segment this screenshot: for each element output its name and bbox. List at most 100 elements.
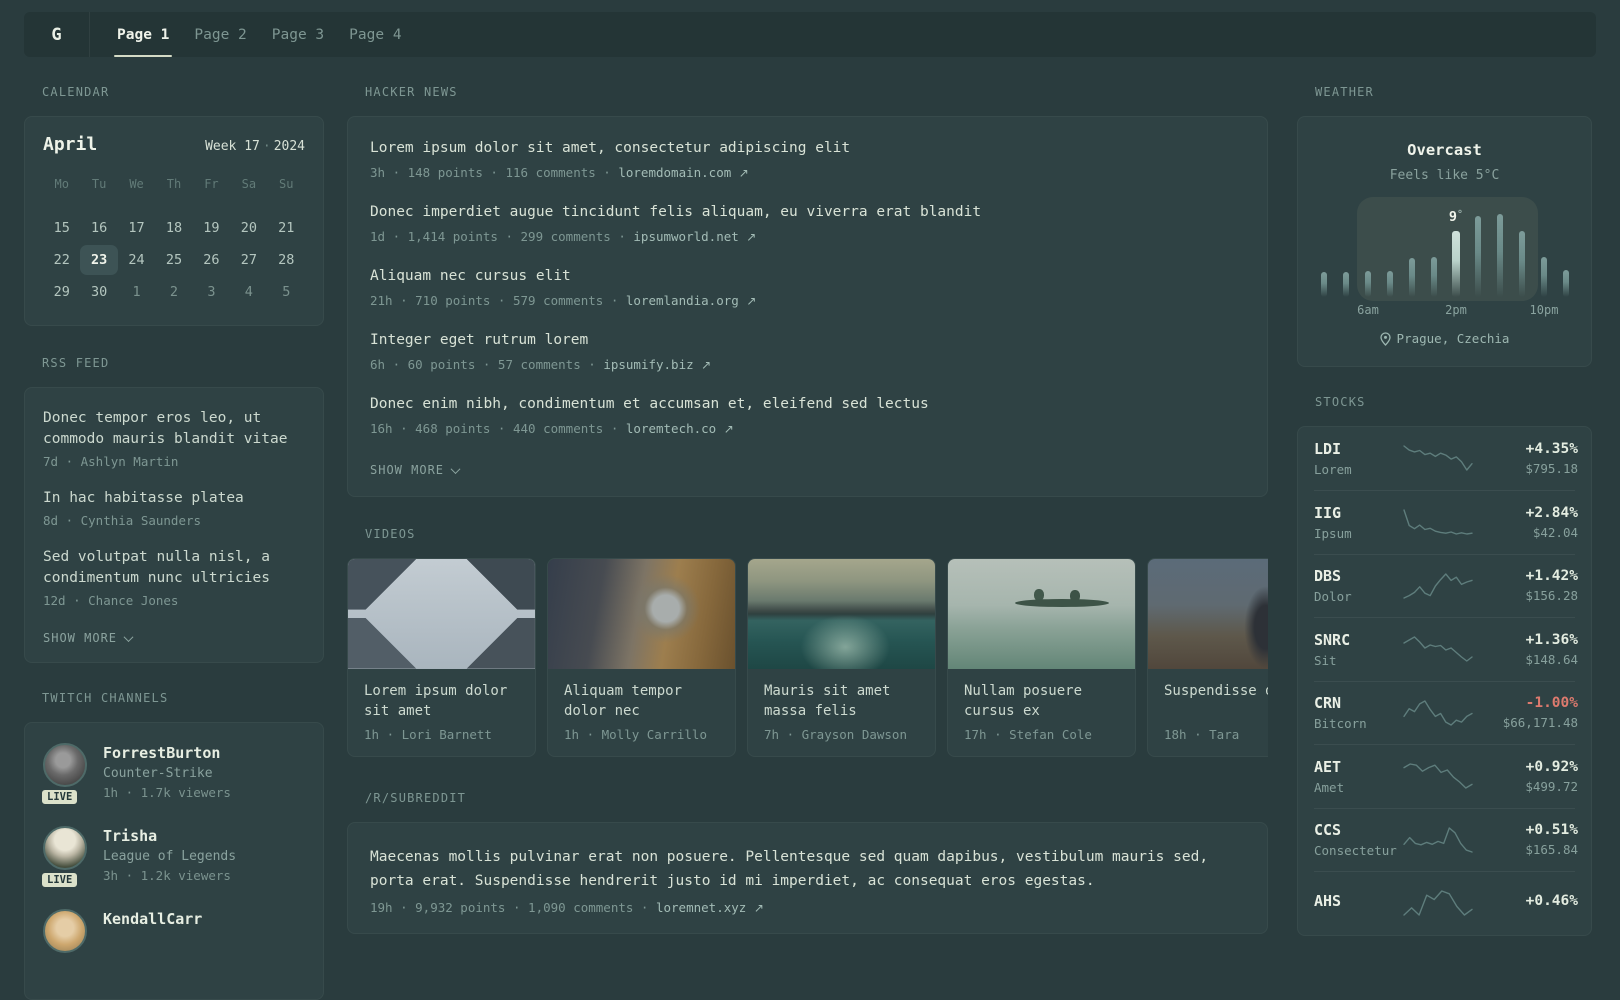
tab-page-3[interactable]: Page 3 (272, 12, 324, 57)
video-thumbnail[interactable] (1148, 559, 1268, 669)
weather-time-label: 6am (1357, 303, 1379, 317)
hackernews-item-domain-link[interactable]: loremdomain.com (618, 165, 731, 180)
weather-bar (1431, 257, 1437, 297)
stock-ticker[interactable]: AET (1314, 758, 1402, 776)
calendar-day[interactable]: 25 (155, 245, 192, 275)
hackernews-item-domain-link[interactable]: loremtech.co (626, 421, 716, 436)
twitch-channel-name[interactable]: KendallCarr (103, 910, 202, 928)
subreddit-post-domain-link[interactable]: loremnet.xyz (656, 900, 746, 915)
stock-ticker[interactable]: CRN (1314, 694, 1402, 712)
video-thumbnail[interactable] (748, 559, 935, 669)
tab-page-1[interactable]: Page 1 (113, 12, 173, 57)
video-title[interactable]: Aliquam tempor dolor nec pharetra… (564, 681, 719, 721)
weather-hourly-chart: 9° 6am 2pm 10pm (1313, 197, 1577, 317)
stock-row: CRN Bitcorn -1.00% $66,171.48 (1314, 680, 1578, 745)
map-pin-icon (1379, 331, 1391, 346)
calendar-day[interactable]: 2 (155, 277, 192, 307)
calendar-day[interactable]: 30 (80, 277, 117, 307)
weather-feels-like: Feels like 5°C (1389, 168, 1500, 183)
rss-item-title[interactable]: In hac habitasse platea (43, 488, 305, 509)
hackernews-item-title[interactable]: Donec enim nibh, condimentum et accumsan… (370, 395, 1245, 414)
tab-page-4[interactable]: Page 4 (349, 12, 401, 57)
weather-time-label: 2pm (1445, 303, 1467, 317)
video-title[interactable]: Nullam posuere cursus ex (964, 681, 1119, 721)
rss-item-title[interactable]: Sed volutpat nulla nisl, a condimentum n… (43, 547, 305, 589)
calendar-year: 2024 (273, 139, 305, 154)
video-title[interactable]: Lorem ipsum dolor sit amet consectetu… (364, 681, 519, 721)
stock-ticker[interactable]: SNRC (1314, 631, 1402, 649)
calendar-day-selected[interactable]: 23 (80, 245, 118, 275)
stock-symbol-block: DBS Dolor (1314, 567, 1402, 604)
calendar-day[interactable]: 4 (230, 277, 267, 307)
stock-symbol-block: AET Amet (1314, 758, 1402, 795)
weather-location[interactable]: Prague, Czechia (1379, 331, 1509, 346)
calendar-day[interactable]: 18 (155, 213, 192, 243)
app-logo-box[interactable]: G (24, 12, 90, 57)
calendar-day[interactable]: 27 (230, 245, 267, 275)
stock-price: $165.84 (1525, 842, 1578, 858)
rss-show-more-button[interactable]: SHOW MORE (43, 631, 134, 645)
stock-row: CCS Consectetur +0.51% $165.84 (1314, 807, 1578, 872)
external-link-icon: ↗ (753, 901, 764, 915)
hackernews-item-title[interactable]: Donec imperdiet augue tincidunt felis al… (370, 203, 1245, 222)
calendar-day[interactable]: 19 (193, 213, 230, 243)
calendar-day[interactable]: 21 (268, 213, 305, 243)
video-title[interactable]: Suspendisse diam (1164, 681, 1268, 721)
stock-symbol-block: IIG Ipsum (1314, 504, 1402, 541)
stock-row: IIG Ipsum +2.84% $42.04 (1314, 490, 1578, 554)
calendar-day[interactable]: 28 (268, 245, 305, 275)
hackernews-item-meta: 3h · 148 points · 116 comments · loremdo… (370, 165, 1245, 180)
calendar-day[interactable]: 22 (43, 245, 80, 275)
show-more-label: SHOW MORE (370, 463, 445, 477)
weather-widget: Overcast Feels like 5°C 9° 6am 2pm 10pm Pra… (1297, 116, 1592, 367)
subreddit-post-title[interactable]: Maecenas mollis pulvinar erat non posuer… (370, 845, 1245, 893)
stock-ticker[interactable]: CCS (1314, 821, 1402, 839)
rss-item-title[interactable]: Donec tempor eros leo, ut commodo mauris… (43, 408, 305, 450)
hackernews-item-domain-link[interactable]: loremlandia.org (626, 293, 739, 308)
hackernews-item-title[interactable]: Aliquam nec cursus elit (370, 267, 1245, 286)
video-thumbnail[interactable] (348, 559, 535, 669)
video-thumbnail[interactable] (548, 559, 735, 669)
calendar-day[interactable]: 26 (193, 245, 230, 275)
video-title[interactable]: Mauris sit amet massa felis (764, 681, 919, 721)
stock-name: Consectetur (1314, 843, 1397, 859)
hackernews-item-domain-link[interactable]: ipsumworld.net (633, 229, 738, 244)
hackernews-item-title[interactable]: Lorem ipsum dolor sit amet, consectetur … (370, 139, 1245, 158)
calendar-day[interactable]: 3 (193, 277, 230, 307)
calendar-day[interactable]: 20 (230, 213, 267, 243)
weather-bar (1519, 231, 1525, 297)
stock-values: +0.46% (1474, 893, 1578, 913)
twitch-channel-row: KendallCarr (43, 909, 305, 953)
calendar-day[interactable]: 5 (268, 277, 305, 307)
calendar-day[interactable]: 16 (80, 213, 117, 243)
calendar-day[interactable]: 17 (118, 213, 155, 243)
calendar-day[interactable]: 1 (118, 277, 155, 307)
twitch-channel-name[interactable]: ForrestBurton (103, 744, 231, 762)
videos-carousel: Lorem ipsum dolor sit amet consectetu… 1… (347, 558, 1268, 757)
stock-ticker[interactable]: AHS (1314, 892, 1402, 910)
video-thumbnail[interactable] (948, 559, 1135, 669)
stock-ticker[interactable]: IIG (1314, 504, 1402, 522)
stock-row: AHS +0.46% (1314, 871, 1578, 935)
weather-bar (1497, 214, 1503, 297)
video-meta: 1h · Molly Carrillo (564, 727, 707, 742)
calendar-day[interactable]: 24 (118, 245, 155, 275)
tab-page-2[interactable]: Page 2 (194, 12, 246, 57)
stock-sparkline (1402, 698, 1474, 728)
stock-change: +2.84% (1525, 504, 1578, 521)
hackernews-item-title[interactable]: Integer eget rutrum lorem (370, 331, 1245, 350)
calendar-day[interactable]: 15 (43, 213, 80, 243)
weather-condition: Overcast (1407, 141, 1482, 159)
stock-ticker[interactable]: LDI (1314, 440, 1402, 458)
subreddit-post: Maecenas mollis pulvinar erat non posuer… (370, 845, 1245, 915)
twitch-heading: TWITCH CHANNELS (42, 691, 169, 705)
stock-ticker[interactable]: DBS (1314, 567, 1402, 585)
hackernews-item-stats: 16h · 468 points · 440 comments · (370, 421, 619, 436)
twitch-channel-game: Counter-Strike (103, 766, 213, 781)
rss-item: Sed volutpat nulla nisl, a condimentum n… (43, 547, 305, 608)
hackernews-show-more-button[interactable]: SHOW MORE (370, 463, 461, 477)
calendar-day[interactable]: 29 (43, 277, 80, 307)
calendar-heading: CALENDAR (42, 85, 110, 99)
twitch-channel-name[interactable]: Trisha (103, 827, 236, 845)
hackernews-item-domain-link[interactable]: ipsumify.biz (603, 357, 693, 372)
